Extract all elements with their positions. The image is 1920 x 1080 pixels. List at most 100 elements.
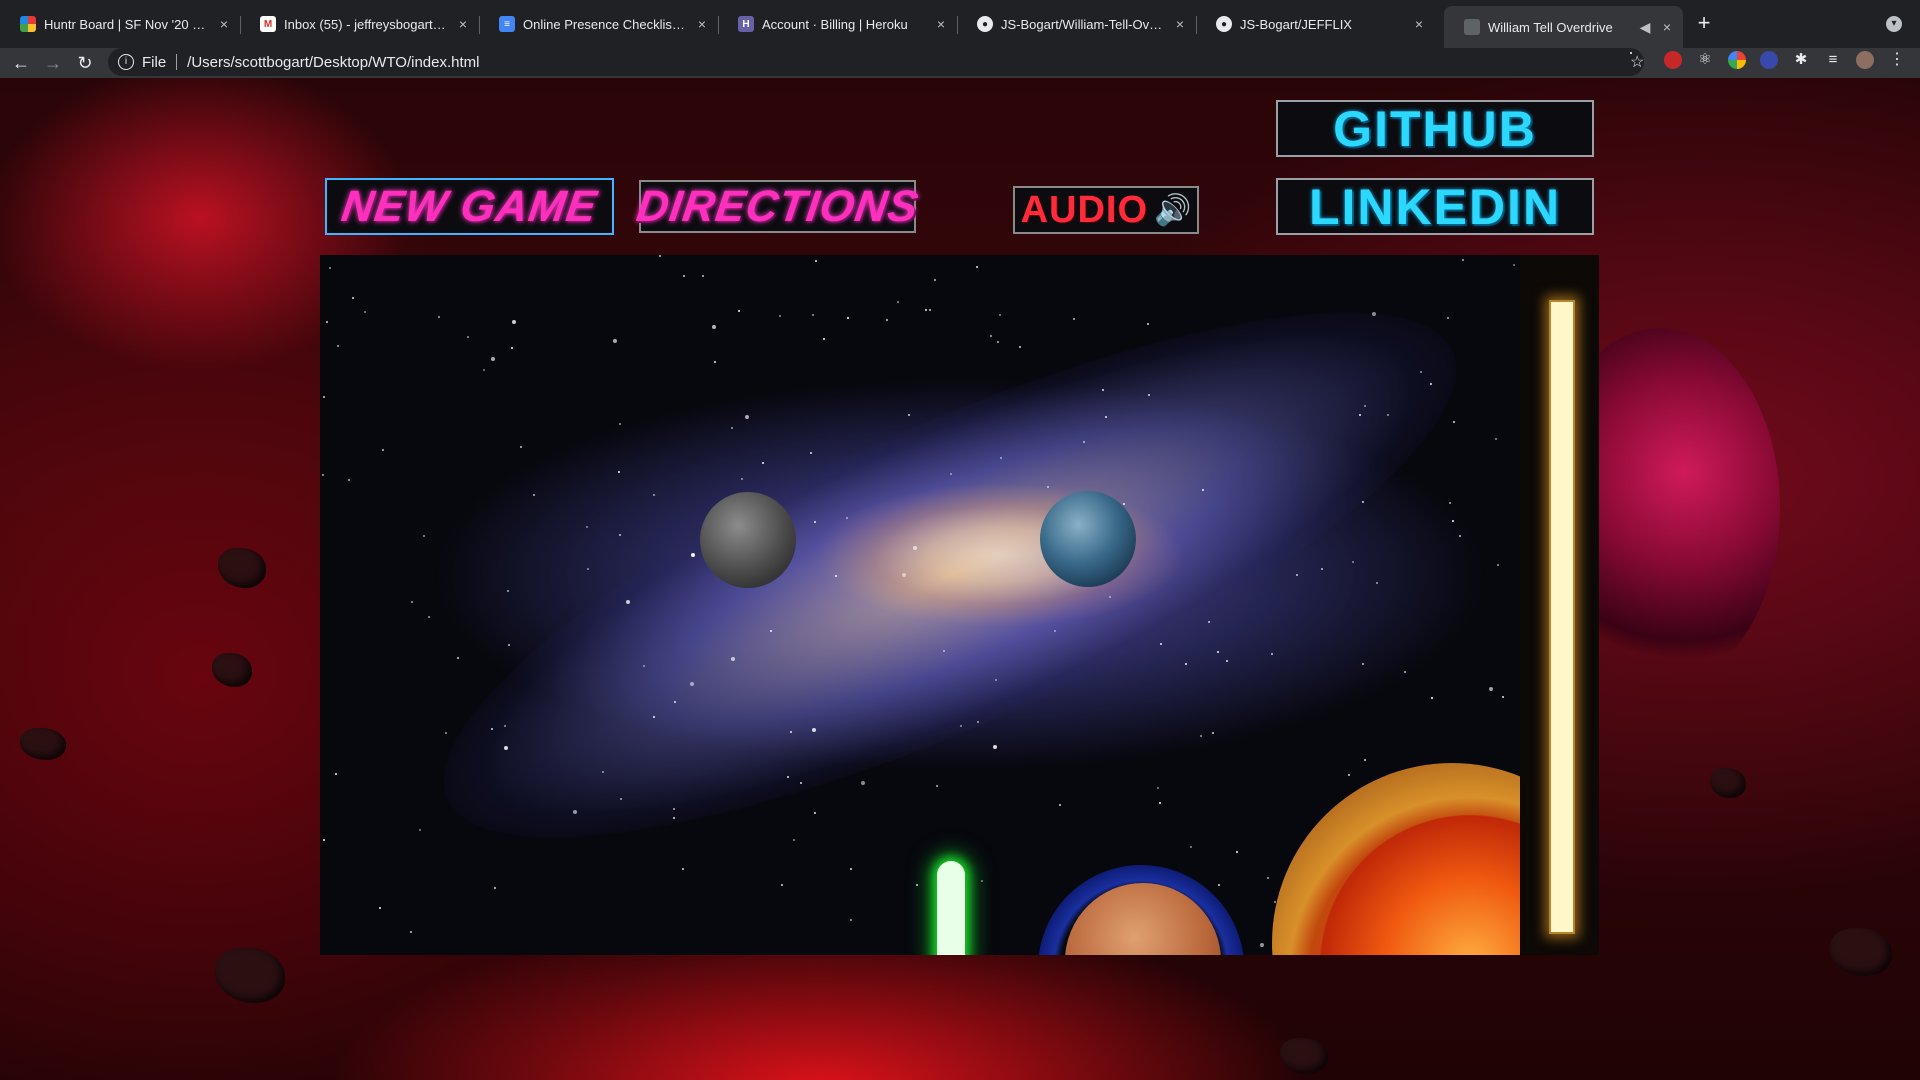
close-icon[interactable]: × xyxy=(1659,19,1675,35)
star-dot xyxy=(602,771,604,773)
close-icon[interactable]: × xyxy=(216,16,232,32)
star-dot xyxy=(673,808,675,810)
star-dot xyxy=(1200,735,1202,737)
address-path[interactable]: /Users/scottbogart/Desktop/WTO/index.htm… xyxy=(187,54,479,71)
linkedin-button[interactable]: LINKEDIN xyxy=(1276,178,1594,235)
new-tab-button[interactable]: + xyxy=(1692,12,1716,36)
directions-button[interactable]: DIRECTIONS xyxy=(633,180,922,233)
star-dot xyxy=(1185,663,1187,665)
star-dot xyxy=(457,657,459,659)
tab-docs[interactable]: ≡ Online Presence Checklist (student × xyxy=(479,8,718,40)
tab-title: William Tell Overdrive xyxy=(1488,19,1613,35)
tab-gmail[interactable]: M Inbox (55) - jeffreysbogart@gmail.com … xyxy=(240,8,479,40)
close-icon[interactable]: × xyxy=(455,16,471,32)
github-label: GITHUB xyxy=(1333,100,1537,157)
star-dot xyxy=(653,716,655,718)
close-icon[interactable]: × xyxy=(1411,16,1427,32)
star-dot xyxy=(712,325,716,329)
star-dot xyxy=(897,301,899,303)
color-picker-icon[interactable] xyxy=(1728,51,1746,69)
star-dot xyxy=(812,314,814,316)
star-dot xyxy=(1447,317,1449,319)
star-dot xyxy=(1218,884,1220,886)
star-dot xyxy=(520,446,522,448)
star-dot xyxy=(323,839,325,841)
tab-search-icon[interactable]: ▾ xyxy=(1886,16,1902,32)
forward-icon[interactable]: → xyxy=(41,51,65,75)
star-dot xyxy=(1453,421,1455,423)
star-dot xyxy=(1321,568,1323,570)
star-dot xyxy=(491,728,493,730)
asteroid xyxy=(218,548,266,588)
game-canvas[interactable] xyxy=(320,255,1520,955)
extension-red-icon[interactable] xyxy=(1664,51,1682,69)
star-dot xyxy=(731,657,735,661)
star-dot xyxy=(1372,312,1376,316)
star-dot xyxy=(445,732,447,734)
star-dot xyxy=(731,427,733,429)
extension-blue-icon[interactable] xyxy=(1760,51,1778,69)
power-meter xyxy=(1549,300,1575,934)
star-dot xyxy=(823,338,825,340)
asteroid xyxy=(1710,768,1746,798)
address-scheme: File xyxy=(142,53,167,71)
close-icon[interactable]: × xyxy=(933,16,949,32)
audio-button[interactable]: AUDIO 🔊 xyxy=(1013,186,1199,234)
star-dot xyxy=(508,644,510,646)
star-dot xyxy=(326,321,328,323)
tab-huntr[interactable]: Huntr Board | SF Nov '20 Board × xyxy=(0,8,240,40)
close-icon[interactable]: × xyxy=(694,16,710,32)
star-dot xyxy=(643,665,645,667)
star-dot xyxy=(483,369,485,371)
star-dot xyxy=(812,728,816,732)
star-dot xyxy=(993,745,997,749)
tab-title: Huntr Board | SF Nov '20 Board xyxy=(44,16,210,32)
star-dot xyxy=(1123,503,1125,505)
star-dot xyxy=(835,575,837,577)
star-dot xyxy=(861,781,865,785)
info-icon[interactable]: i xyxy=(118,54,134,70)
star-dot xyxy=(1019,346,1021,348)
star-dot xyxy=(1489,687,1493,691)
speaker-muted-icon[interactable]: ◀ xyxy=(1637,19,1653,35)
star-dot xyxy=(1102,389,1104,391)
tab-heroku[interactable]: H Account · Billing | Heroku × xyxy=(718,8,957,40)
heroku-icon: H xyxy=(738,16,754,32)
star-dot xyxy=(1404,671,1406,673)
star-dot xyxy=(814,812,816,814)
extensions-puzzle-icon[interactable]: ✱ xyxy=(1792,51,1810,69)
tab-github-wto[interactable]: ● JS-Bogart/William-Tell-Overdrive × xyxy=(957,8,1196,40)
address-divider xyxy=(176,54,178,70)
avatar[interactable] xyxy=(1856,51,1874,69)
address-bar[interactable]: i File /Users/scottbogart/Desktop/WTO/in… xyxy=(108,48,1644,76)
close-icon[interactable]: × xyxy=(1172,16,1188,32)
media-controls-icon[interactable]: ≡ xyxy=(1824,51,1842,69)
star-dot xyxy=(691,553,695,557)
star-dot xyxy=(943,650,945,652)
star-dot xyxy=(1364,405,1366,407)
star-dot xyxy=(682,868,684,870)
github-button[interactable]: GITHUB xyxy=(1276,100,1594,157)
bookmark-star-icon[interactable]: ☆ xyxy=(1630,52,1644,71)
star-dot xyxy=(512,320,516,324)
star-dot xyxy=(1054,630,1056,632)
star-dot xyxy=(423,535,425,537)
star-dot xyxy=(738,310,740,312)
tab-github-jefflix[interactable]: ● JS-Bogart/JEFFLIX × xyxy=(1196,8,1435,40)
back-icon[interactable]: ← xyxy=(9,51,33,75)
star-dot xyxy=(1513,264,1515,266)
star-dot xyxy=(491,357,495,361)
more-menu-icon[interactable]: ⋮ xyxy=(1888,51,1906,69)
tab-william-tell-overdrive[interactable]: William Tell Overdrive ◀ × xyxy=(1444,6,1683,48)
star-dot xyxy=(886,319,888,321)
reload-icon[interactable]: ↻ xyxy=(73,51,97,75)
star-dot xyxy=(364,311,366,313)
star-dot xyxy=(999,314,1001,316)
star-dot xyxy=(1449,502,1451,504)
star-dot xyxy=(997,341,999,343)
new-game-button[interactable]: NEW GAME xyxy=(325,178,614,235)
react-devtools-icon[interactable]: ⚛ xyxy=(1696,51,1714,69)
star-dot xyxy=(1376,582,1378,584)
tab-title: Online Presence Checklist (student xyxy=(523,16,688,32)
star-dot xyxy=(337,345,339,347)
